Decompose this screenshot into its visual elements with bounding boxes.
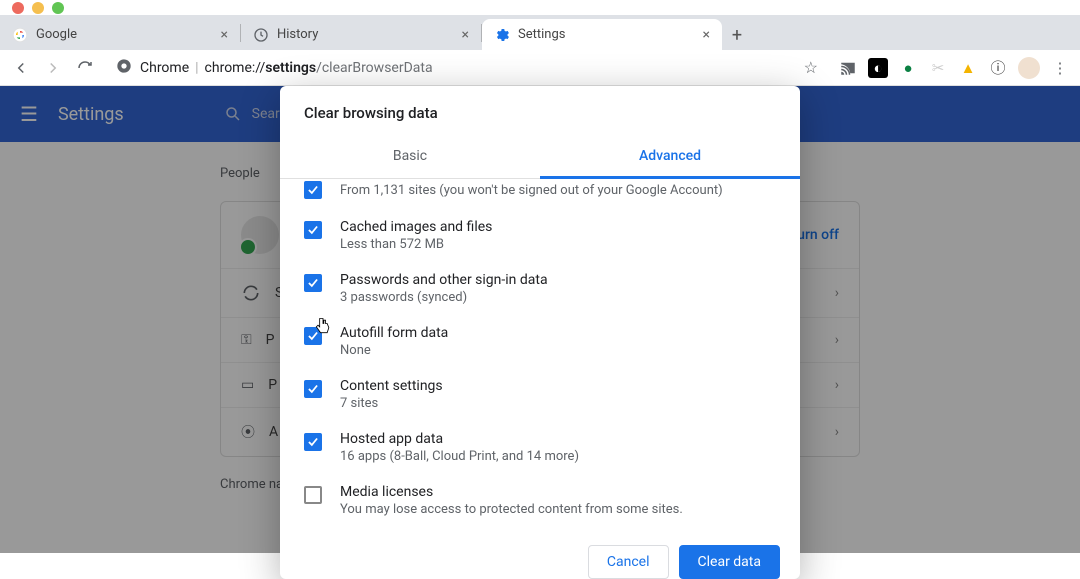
tab-label: History xyxy=(277,27,318,42)
gear-icon xyxy=(494,27,510,43)
tab-settings[interactable]: Settings × xyxy=(482,19,722,50)
check-icon xyxy=(306,276,320,290)
checkbox-media-licenses[interactable] xyxy=(304,486,322,504)
back-button[interactable] xyxy=(10,57,32,79)
new-tab-button[interactable]: + xyxy=(722,20,752,50)
minimize-window-button[interactable] xyxy=(32,2,44,14)
browser-toolbar: Chrome | chrome://settings /clearBrowser… xyxy=(0,50,1080,86)
item-sub: Less than 572 MB xyxy=(340,237,492,252)
menu-icon[interactable]: ⋮ xyxy=(1050,58,1070,78)
extension-icons: ◐ ● ✂ ▲ ⓘ ⋮ xyxy=(838,57,1070,79)
extension-icon[interactable]: ⓘ xyxy=(988,58,1008,78)
item-title: Hosted app data xyxy=(340,431,579,447)
close-icon[interactable]: × xyxy=(221,27,228,43)
close-icon[interactable]: × xyxy=(703,27,710,43)
item-title: Content settings xyxy=(340,378,443,394)
checkbox-autofill[interactable] xyxy=(304,327,322,345)
extension-icon[interactable]: ▲ xyxy=(958,58,978,78)
check-icon xyxy=(306,183,320,197)
dialog-title: Clear browsing data xyxy=(280,86,800,122)
dialog-body: Cookies and other site data From 1,131 s… xyxy=(280,179,800,535)
item-passwords: Passwords and other sign-in data 3 passw… xyxy=(304,262,776,315)
maximize-window-button[interactable] xyxy=(52,2,64,14)
item-sub: 16 apps (8-Ball, Cloud Print, and 14 mor… xyxy=(340,449,579,464)
url-host: chrome://settings xyxy=(205,60,317,76)
checkbox-hosted-app[interactable] xyxy=(304,433,322,451)
bookmark-star-icon[interactable]: ☆ xyxy=(804,58,818,77)
item-content-settings: Content settings 7 sites xyxy=(304,368,776,421)
dialog-actions: Cancel Clear data xyxy=(280,535,800,579)
tab-google[interactable]: Google × xyxy=(0,19,240,50)
chrome-icon xyxy=(116,58,132,78)
checkbox-cached[interactable] xyxy=(304,221,322,239)
item-sub: You may lose access to protected content… xyxy=(340,502,683,517)
item-sub: None xyxy=(340,343,448,358)
item-autofill: Autofill form data None xyxy=(304,315,776,368)
checkbox-content-settings[interactable] xyxy=(304,380,322,398)
check-icon xyxy=(306,435,320,449)
check-icon xyxy=(306,382,320,396)
checkbox-cookies[interactable] xyxy=(304,181,322,199)
item-sub: 3 passwords (synced) xyxy=(340,290,548,305)
item-cookies: Cookies and other site data From 1,131 s… xyxy=(304,179,776,209)
close-window-button[interactable] xyxy=(12,2,24,14)
item-hosted-app: Hosted app data 16 apps (8-Ball, Cloud P… xyxy=(304,421,776,474)
url-path: /clearBrowserData xyxy=(316,60,433,76)
extension-icon[interactable]: ◐ xyxy=(868,58,888,78)
address-bar[interactable]: Chrome | chrome://settings /clearBrowser… xyxy=(106,54,828,82)
url-scheme: Chrome xyxy=(140,60,189,76)
tab-label: Settings xyxy=(518,27,565,42)
google-favicon xyxy=(12,27,28,43)
item-title: Cached images and files xyxy=(340,219,492,235)
profile-avatar[interactable] xyxy=(1018,57,1040,79)
history-favicon xyxy=(253,27,269,43)
tab-advanced[interactable]: Advanced xyxy=(540,136,800,179)
item-title: Autofill form data xyxy=(340,325,448,341)
url-text: Chrome | chrome://settings /clearBrowser… xyxy=(140,60,433,76)
tab-strip: Google × History × Settings × + xyxy=(0,15,1080,50)
tab-label: Google xyxy=(36,27,77,42)
extension-icon[interactable]: ✂ xyxy=(928,58,948,78)
clear-browsing-data-dialog: Clear browsing data Basic Advanced Cooki… xyxy=(280,86,800,579)
item-title: Media licenses xyxy=(340,484,683,500)
forward-button[interactable] xyxy=(42,57,64,79)
item-media-licenses: Media licenses You may lose access to pr… xyxy=(304,474,776,527)
clear-data-button[interactable]: Clear data xyxy=(679,545,780,579)
reload-button[interactable] xyxy=(74,57,96,79)
close-icon[interactable]: × xyxy=(462,27,469,43)
item-title: Passwords and other sign-in data xyxy=(340,272,548,288)
dialog-tabs: Basic Advanced xyxy=(280,136,800,179)
item-sub: 7 sites xyxy=(340,396,443,411)
window-titlebar xyxy=(0,0,1080,15)
tab-history[interactable]: History × xyxy=(241,19,481,50)
extension-icon[interactable]: ● xyxy=(898,58,918,78)
checkbox-passwords[interactable] xyxy=(304,274,322,292)
cast-icon[interactable] xyxy=(838,58,858,78)
tab-basic[interactable]: Basic xyxy=(280,136,540,178)
item-sub: From 1,131 sites (you won't be signed ou… xyxy=(340,183,723,198)
item-cached: Cached images and files Less than 572 MB xyxy=(304,209,776,262)
check-icon xyxy=(306,223,320,237)
cancel-button[interactable]: Cancel xyxy=(588,545,669,579)
check-icon xyxy=(306,329,320,343)
